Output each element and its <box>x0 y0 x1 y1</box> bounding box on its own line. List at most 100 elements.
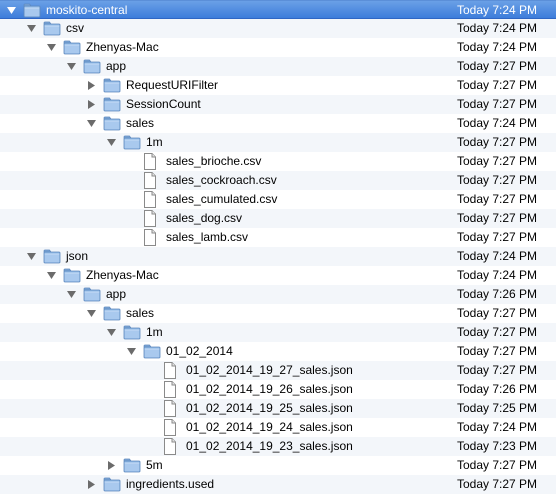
disclosure-open-icon[interactable] <box>26 247 38 266</box>
date-modified: Today 7:27 PM <box>457 230 538 244</box>
item-name: ingredients.used <box>126 477 215 491</box>
date-modified: Today 7:27 PM <box>457 211 538 225</box>
date-modified: Today 7:27 PM <box>457 135 538 149</box>
folder-icon <box>83 59 101 74</box>
folder-row[interactable]: sales Today 7:24 PM <box>0 114 556 133</box>
item-name: sales_lamb.csv <box>166 230 249 244</box>
date-modified: Today 7:27 PM <box>457 477 538 491</box>
item-name: 01_02_2014_19_25_sales.json <box>186 401 353 415</box>
date-modified: Today 7:27 PM <box>457 154 538 168</box>
item-name: RequestURIFilter <box>126 78 219 92</box>
folder-row[interactable]: Zhenyas-Mac Today 7:24 PM <box>0 38 556 57</box>
date-modified: Today 7:27 PM <box>457 97 538 111</box>
item-name: SessionCount <box>126 97 201 111</box>
date-modified: Today 7:23 PM <box>457 439 538 453</box>
date-modified: Today 7:27 PM <box>457 78 538 92</box>
folder-icon <box>63 268 81 283</box>
date-modified: Today 7:26 PM <box>457 287 538 301</box>
date-modified: Today 7:27 PM <box>457 363 538 377</box>
folder-icon <box>43 21 61 36</box>
folder-icon <box>103 97 121 112</box>
item-name: sales_brioche.csv <box>166 154 262 168</box>
date-modified: Today 7:27 PM <box>457 325 538 339</box>
file-icon <box>163 400 177 417</box>
date-modified: Today 7:24 PM <box>457 116 538 130</box>
file-icon <box>143 191 157 208</box>
date-modified: Today 7:24 PM <box>457 420 538 434</box>
file-row[interactable]: sales_lamb.csv Today 7:27 PM <box>0 228 556 247</box>
date-modified: Today 7:27 PM <box>457 192 538 206</box>
file-icon <box>143 172 157 189</box>
disclosure-open-icon[interactable] <box>126 342 138 361</box>
disclosure-open-icon[interactable] <box>106 133 118 152</box>
date-modified: Today 7:27 PM <box>457 344 538 358</box>
item-name: 1m <box>146 135 163 149</box>
file-tree[interactable]: moskito-central Today 7:24 PM csv Today 7:2… <box>0 0 556 495</box>
file-row[interactable]: 01_02_2014_19_26_sales.json Today 7:26 PM <box>0 380 556 399</box>
folder-row[interactable]: 1m Today 7:27 PM <box>0 133 556 152</box>
file-row[interactable]: sales_brioche.csv Today 7:27 PM <box>0 152 556 171</box>
file-row[interactable]: 01_02_2014_19_23_sales.json Today 7:23 PM <box>0 437 556 456</box>
disclosure-open-icon[interactable] <box>6 1 18 20</box>
folder-icon <box>123 135 141 150</box>
disclosure-open-icon[interactable] <box>46 38 58 57</box>
disclosure-open-icon[interactable] <box>66 285 78 304</box>
date-modified: Today 7:24 PM <box>457 268 538 282</box>
folder-row[interactable]: sales Today 7:27 PM <box>0 304 556 323</box>
folder-icon <box>103 116 121 131</box>
item-name: 01_02_2014_19_24_sales.json <box>186 420 353 434</box>
date-modified: Today 7:27 PM <box>457 59 538 73</box>
folder-row[interactable]: Zhenyas-Mac Today 7:24 PM <box>0 266 556 285</box>
file-icon <box>143 153 157 170</box>
disclosure-closed-icon[interactable] <box>106 456 118 475</box>
file-icon <box>163 381 177 398</box>
disclosure-closed-icon[interactable] <box>86 475 98 494</box>
date-modified: Today 7:24 PM <box>457 21 538 35</box>
item-name: moskito-central <box>46 3 128 17</box>
folder-row[interactable]: SessionCount Today 7:27 PM <box>0 95 556 114</box>
folder-row[interactable]: app Today 7:26 PM <box>0 285 556 304</box>
folder-row[interactable]: 1m Today 7:27 PM <box>0 323 556 342</box>
disclosure-open-icon[interactable] <box>46 266 58 285</box>
date-modified: Today 7:24 PM <box>457 3 538 17</box>
folder-row[interactable]: 5m Today 7:27 PM <box>0 456 556 475</box>
folder-row[interactable]: json Today 7:24 PM <box>0 247 556 266</box>
folder-row[interactable]: RequestURIFilter Today 7:27 PM <box>0 76 556 95</box>
item-name: Zhenyas-Mac <box>86 268 159 282</box>
disclosure-closed-icon[interactable] <box>86 95 98 114</box>
date-modified: Today 7:24 PM <box>457 249 538 263</box>
folder-icon <box>103 78 121 93</box>
item-name: sales_dog.csv <box>166 211 243 225</box>
item-name: json <box>66 249 89 263</box>
folder-row[interactable]: csv Today 7:24 PM <box>0 19 556 38</box>
item-name: 01_02_2014_19_23_sales.json <box>186 439 353 453</box>
item-name: 01_02_2014_19_26_sales.json <box>186 382 353 396</box>
file-row[interactable]: sales_dog.csv Today 7:27 PM <box>0 209 556 228</box>
folder-row[interactable]: app Today 7:27 PM <box>0 57 556 76</box>
folder-icon <box>23 3 41 18</box>
disclosure-open-icon[interactable] <box>106 323 118 342</box>
folder-row[interactable]: ingredients.used Today 7:27 PM <box>0 475 556 494</box>
date-modified: Today 7:26 PM <box>457 382 538 396</box>
item-name: sales <box>126 306 155 320</box>
item-name: app <box>106 59 127 73</box>
folder-row[interactable]: 01_02_2014 Today 7:27 PM <box>0 342 556 361</box>
item-name: sales <box>126 116 155 130</box>
disclosure-open-icon[interactable] <box>86 304 98 323</box>
file-row[interactable]: sales_cockroach.csv Today 7:27 PM <box>0 171 556 190</box>
item-name: csv <box>66 21 84 35</box>
disclosure-open-icon[interactable] <box>26 19 38 38</box>
disclosure-open-icon[interactable] <box>66 57 78 76</box>
file-row[interactable]: 01_02_2014_19_25_sales.json Today 7:25 PM <box>0 399 556 418</box>
file-icon <box>143 210 157 227</box>
file-row[interactable]: 01_02_2014_19_24_sales.json Today 7:24 PM <box>0 418 556 437</box>
disclosure-closed-icon[interactable] <box>86 76 98 95</box>
item-name: 01_02_2014_19_27_sales.json <box>186 363 353 377</box>
file-row[interactable]: sales_cumulated.csv Today 7:27 PM <box>0 190 556 209</box>
date-modified: Today 7:27 PM <box>457 306 538 320</box>
folder-row[interactable]: moskito-central Today 7:24 PM <box>0 0 556 19</box>
item-name: 1m <box>146 325 163 339</box>
file-row[interactable]: 01_02_2014_19_27_sales.json Today 7:27 PM <box>0 361 556 380</box>
disclosure-open-icon[interactable] <box>86 114 98 133</box>
item-name: Zhenyas-Mac <box>86 40 159 54</box>
